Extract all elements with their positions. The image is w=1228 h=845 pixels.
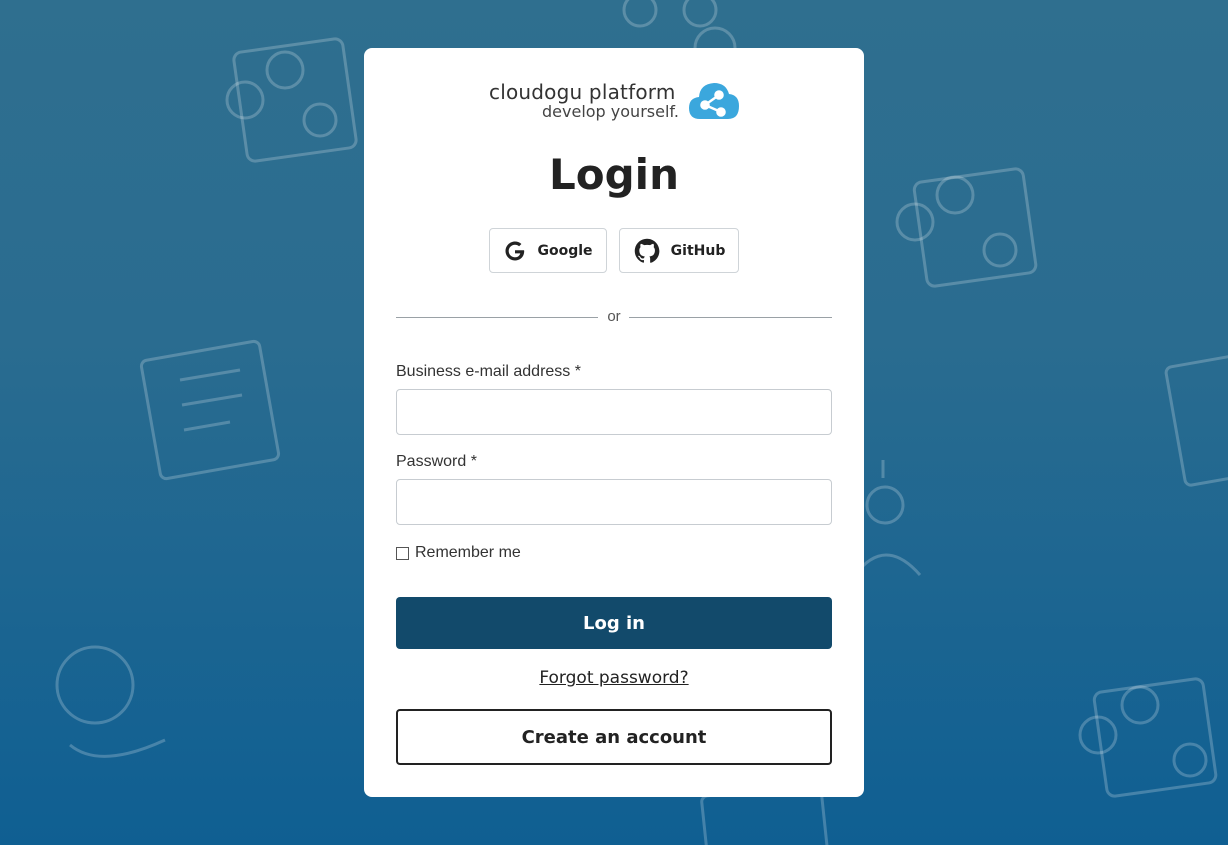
- google-label: Google: [537, 242, 593, 259]
- email-label: Business e-mail address *: [396, 363, 581, 380]
- brand-name: cloudogu platform: [489, 80, 676, 104]
- create-account-button[interactable]: Create an account: [396, 709, 832, 765]
- github-login-button[interactable]: GitHub: [619, 228, 739, 273]
- cloud-share-icon: [689, 83, 739, 119]
- brand-logo[interactable]: cloudogu platform develop yourself.: [489, 80, 739, 124]
- remember-label: Remember me: [415, 544, 521, 561]
- password-field[interactable]: [396, 479, 832, 525]
- forgot-password-link[interactable]: Forgot password?: [364, 668, 864, 688]
- email-field[interactable]: [396, 389, 832, 435]
- password-label: Password *: [396, 453, 477, 470]
- checkbox-icon[interactable]: [396, 546, 409, 560]
- google-login-button[interactable]: Google: [489, 228, 607, 273]
- login-card: cloudogu platform develop yourself. Logi…: [364, 48, 864, 797]
- or-divider: or: [396, 306, 832, 328]
- brand-tagline: develop yourself.: [542, 102, 679, 121]
- github-label: GitHub: [670, 242, 726, 259]
- login-button[interactable]: Log in: [396, 597, 832, 649]
- google-icon: [505, 241, 525, 260]
- remember-me[interactable]: Remember me: [396, 544, 521, 562]
- github-icon: [634, 238, 660, 263]
- page-title: Login: [549, 150, 679, 199]
